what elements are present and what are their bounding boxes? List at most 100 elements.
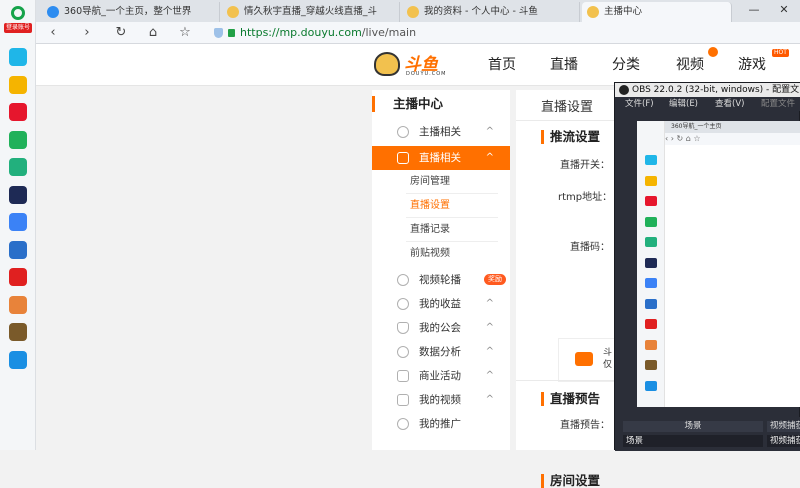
scene-item[interactable]: 场景	[623, 435, 763, 447]
rtmp-address-label: rtmp地址：	[558, 192, 613, 203]
menu-item-label: 直播相关	[419, 152, 461, 164]
tab-anchor-center[interactable]: 主播中心	[582, 2, 732, 22]
obs-menu-edit[interactable]: 编辑(E)	[669, 97, 698, 111]
preview-cloud-link-icon	[645, 237, 657, 247]
doc-app-icon[interactable]	[9, 213, 27, 231]
tab-live-stream[interactable]: 情久秋宇直播_穿越火线直播_斗	[222, 2, 400, 22]
microphone-icon	[397, 418, 409, 430]
url-field[interactable]: https://mp.douyu.com/live/main	[212, 25, 792, 41]
douyu-icon	[587, 6, 599, 18]
preview-ip-app-icon	[645, 380, 657, 391]
obs-menu-profile[interactable]: 配置文件	[761, 97, 795, 111]
reload-icon[interactable]: ↻	[112, 24, 130, 42]
obs-menu-file[interactable]: 文件(F)	[625, 97, 654, 111]
preview-sidebar	[637, 121, 665, 407]
page-title: 直播设置	[541, 100, 594, 115]
preview-star-app-icon	[645, 175, 657, 186]
ip-app-icon[interactable]	[9, 350, 27, 369]
card-text-2: 仅	[603, 360, 613, 370]
menu-item-video-carousel[interactable]: 视频轮播 奖励	[372, 268, 510, 292]
section-live-preview: 直播预告	[541, 392, 600, 406]
obs-menubar: 文件(F) 编辑(E) 查看(V) 配置文件	[615, 97, 800, 111]
menu-item-anchor[interactable]: 主播相关 ^	[372, 120, 510, 144]
submenu-live-records[interactable]: 直播记录	[372, 218, 510, 242]
menu-item-data-analysis[interactable]: 数据分析 ^	[372, 340, 510, 364]
camera-icon	[575, 352, 593, 366]
menu-item-earnings[interactable]: 我的收益 ^	[372, 292, 510, 316]
card-text-1: 斗	[603, 348, 613, 358]
green-card-icon[interactable]	[9, 130, 27, 149]
building-icon	[397, 370, 409, 382]
tab-profile[interactable]: 我的资料 - 个人中心 - 斗鱼	[402, 2, 580, 22]
minimize-button[interactable]: —	[746, 3, 762, 16]
menu-item-live[interactable]: 直播相关 ^	[372, 146, 510, 170]
star-app-icon[interactable]	[9, 75, 27, 94]
douyu-icon	[407, 6, 419, 18]
menu-item-label: 我的推广	[419, 418, 461, 430]
submenu-live-settings[interactable]: 直播设置	[372, 194, 510, 218]
nav-home[interactable]: 首页	[488, 54, 516, 74]
submenu-pre-roll-video[interactable]: 前贴视频	[372, 242, 510, 266]
chevron-up-icon: ^	[485, 346, 494, 357]
douyu-logo[interactable]: 斗鱼 DOUYU.COM	[374, 48, 454, 82]
nav-live[interactable]: 直播	[550, 54, 578, 74]
microphone-icon	[397, 126, 409, 138]
menu-item-business-activity[interactable]: 商业活动 ^	[372, 364, 510, 388]
section-stream-settings: 推流设置	[541, 130, 600, 144]
obs-preview[interactable]: 360导航_一个主页 ‹ › ↻ ⌂ ☆	[637, 121, 800, 407]
menu-item-label: 商业活动	[419, 370, 461, 382]
hot-badge: HOT	[772, 49, 789, 57]
coin-icon	[397, 298, 409, 310]
obs-menu-view[interactable]: 查看(V)	[715, 97, 744, 111]
menu-item-label: 主播相关	[419, 126, 461, 138]
preview-red-app-icon	[645, 319, 657, 329]
menu-item-guild[interactable]: 我的公会 ^	[372, 316, 510, 340]
tab-360-nav[interactable]: 360导航_一个主页，整个世界	[42, 2, 220, 22]
menu-item-my-videos[interactable]: 我的视频 ^	[372, 388, 510, 412]
nav-category[interactable]: 分类	[612, 54, 640, 74]
menu-item-promotion[interactable]: 我的推广	[372, 412, 510, 436]
submenu-room-management[interactable]: 房间管理	[372, 170, 510, 194]
tab-bar: 360导航_一个主页，整个世界 情久秋宇直播_穿越火线直播_斗 我的资料 - 个…	[36, 0, 800, 22]
browser-logo-icon	[11, 6, 25, 20]
shield-icon	[397, 322, 409, 334]
menu-item-label: 我的公会	[419, 322, 461, 334]
game-app-icon[interactable]	[9, 185, 27, 204]
chevron-up-icon: ^	[485, 298, 494, 309]
browser-logo[interactable]: 登录账号	[4, 6, 32, 36]
menu-item-label: 数据分析	[419, 346, 461, 358]
nav-video[interactable]: 视频	[676, 54, 704, 74]
chevron-up-icon: ^	[485, 322, 494, 333]
menu-title: 主播中心	[372, 96, 443, 112]
preview-weibo-icon	[645, 196, 657, 206]
grid-app-icon[interactable]	[9, 48, 27, 66]
close-button[interactable]: ✕	[776, 3, 792, 16]
brand-domain: DOUYU.COM	[406, 71, 447, 77]
preview-grid-app-icon	[645, 155, 657, 165]
video-player-icon	[397, 394, 409, 406]
url-host: mp.douyu.com	[279, 26, 362, 39]
obs-titlebar[interactable]: OBS 22.0.2 (32-bit, windows) - 配置文	[615, 83, 800, 97]
live-preview-label: 直播预告：	[560, 420, 610, 431]
colorful-game-icon[interactable]	[9, 295, 27, 314]
url-path: /live/main	[361, 26, 417, 39]
fish-mascot-icon	[374, 52, 400, 76]
red-app-icon[interactable]	[9, 268, 27, 286]
submenu-label: 房间管理	[410, 176, 450, 187]
weibo-icon[interactable]	[9, 103, 27, 121]
back-icon[interactable]: ‹	[44, 24, 62, 42]
menu-item-label: 我的收益	[419, 298, 461, 310]
bookmark-star-icon[interactable]: ☆	[176, 24, 194, 42]
cloud-link-icon[interactable]	[9, 158, 27, 176]
home-icon[interactable]: ⌂	[144, 24, 162, 42]
nav-games[interactable]: 游戏	[738, 54, 766, 74]
login-tag[interactable]: 登录账号	[4, 23, 32, 33]
war-game-icon[interactable]	[9, 323, 27, 341]
tab-label: 主播中心	[604, 6, 643, 17]
source-item[interactable]: 视频捕获	[767, 435, 800, 447]
scenes-header: 场景	[623, 421, 763, 432]
forward-icon[interactable]: ›	[78, 24, 96, 42]
stream-tool-card[interactable]: 斗 仅	[558, 338, 618, 382]
site-header: 斗鱼 DOUYU.COM 首页 直播 分类 视频 游戏 HOT	[36, 44, 800, 86]
scenery-app-icon[interactable]	[9, 240, 27, 259]
